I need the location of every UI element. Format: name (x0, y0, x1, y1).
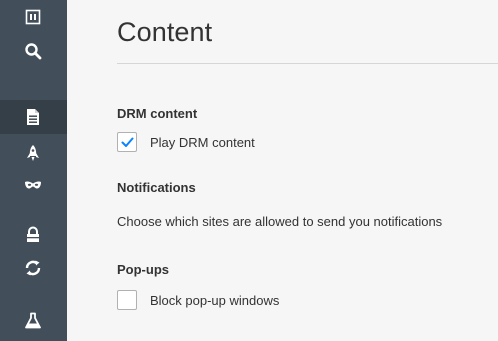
sidebar-item-privacy[interactable] (0, 168, 67, 202)
checkmark-icon (121, 137, 133, 147)
applications-icon (27, 145, 39, 161)
popups-checkbox-row[interactable]: Block pop-up windows (117, 290, 279, 310)
title-divider (117, 63, 498, 64)
tabs-icon (25, 9, 41, 25)
block-popups-label: Block pop-up windows (150, 292, 280, 308)
sidebar (0, 0, 67, 341)
notifications-section-heading: Notifications (117, 180, 196, 195)
drm-checkbox-row[interactable]: Play DRM content (117, 132, 255, 152)
sidebar-item-security[interactable] (0, 218, 67, 252)
sidebar-item-tabs[interactable] (0, 0, 67, 34)
sidebar-item-applications[interactable] (0, 136, 67, 170)
security-lock-icon (27, 226, 39, 242)
drm-section-heading: DRM content (117, 106, 198, 121)
main-content: Content DRM content Play DRM content Not… (67, 0, 498, 341)
sidebar-item-content[interactable] (0, 100, 67, 134)
drm-checkbox[interactable] (117, 132, 137, 152)
notifications-description: Choose which sites are allowed to send y… (117, 214, 443, 229)
sync-icon (25, 260, 41, 276)
sidebar-item-sync[interactable] (0, 251, 67, 285)
search-icon (25, 43, 42, 60)
popups-section-heading: Pop-ups (117, 262, 169, 277)
advanced-flask-icon (25, 312, 41, 329)
page-title: Content (117, 17, 213, 47)
content-icon (27, 109, 39, 125)
privacy-mask-icon (25, 181, 41, 189)
sidebar-item-advanced[interactable] (0, 304, 67, 338)
drm-checkbox-label: Play DRM content (150, 134, 255, 150)
block-popups-checkbox[interactable] (117, 290, 137, 310)
sidebar-item-search[interactable] (0, 34, 67, 68)
